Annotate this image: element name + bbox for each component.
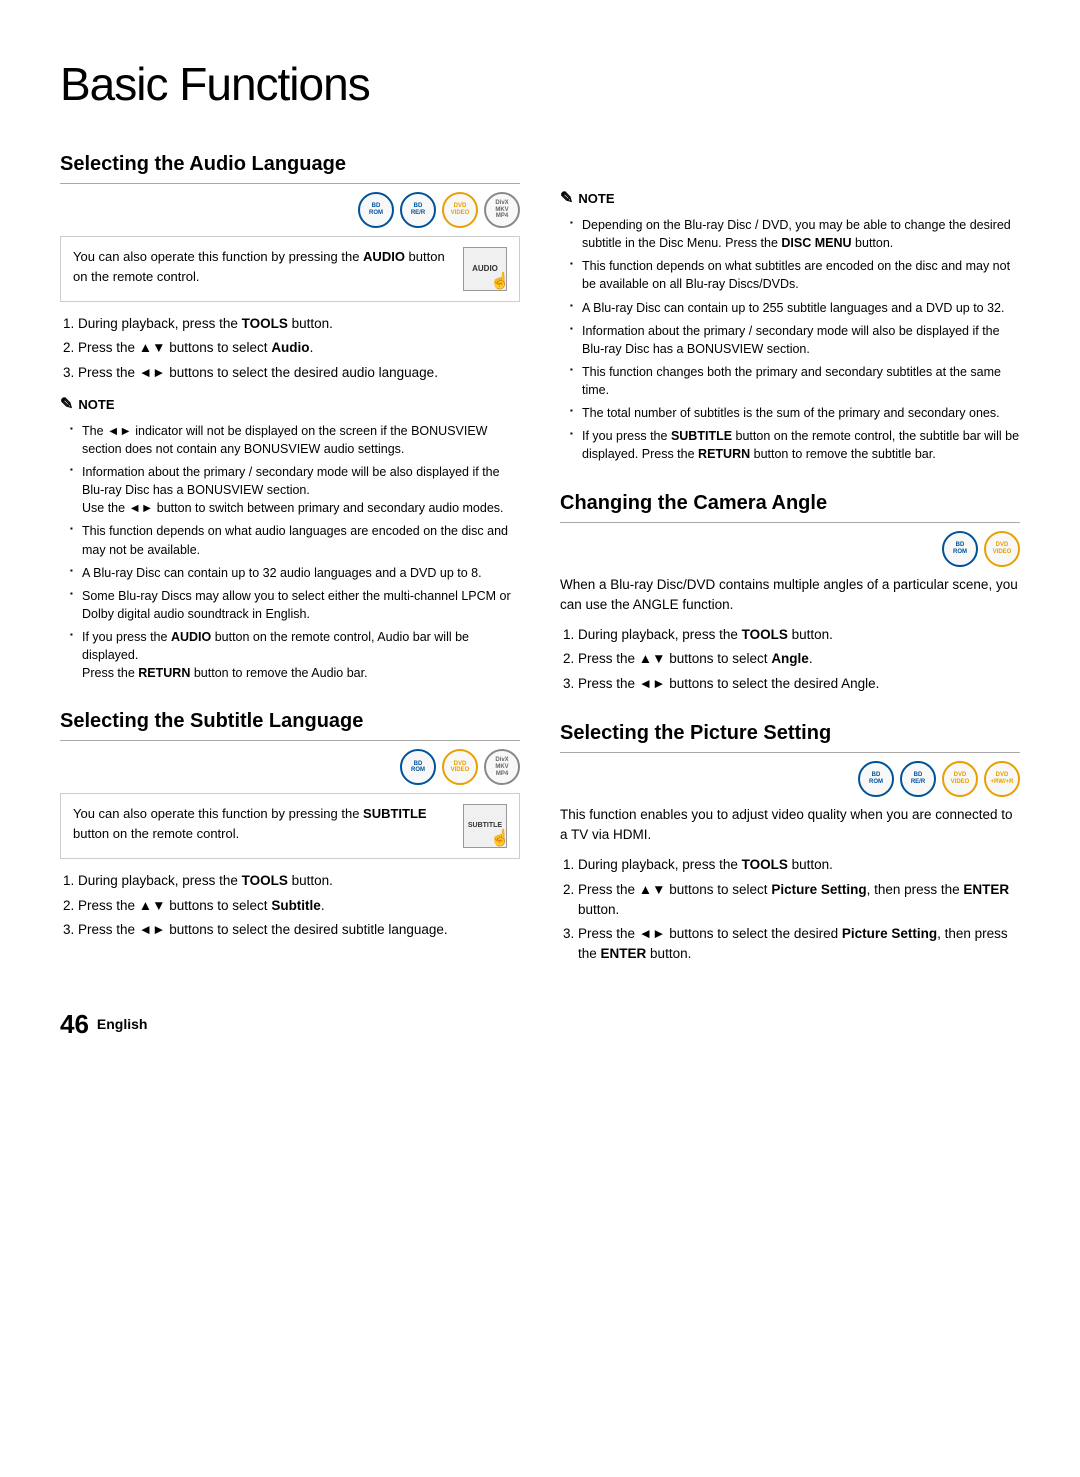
disc-icon-bdre: BDRE/R [400,192,436,228]
audio-note-list: The ◄► indicator will not be displayed o… [70,422,520,683]
page-language: English [97,1014,148,1035]
picture-setting-steps-list: During playback, press the TOOLS button.… [578,855,1020,964]
audio-disc-icons: BDROM BDRE/R DVDVIDEO DivXMKVMP4 [60,192,520,228]
sub-note-item-5: This function changes both the primary a… [570,363,1020,399]
sub-note-item-4: Information about the primary / secondar… [570,322,1020,358]
audio-note-item-2: Information about the primary / secondar… [70,463,520,517]
subtitle-info-box: You can also operate this function by pr… [60,793,520,859]
camera-disc-icons: BDROM DVDVIDEO [560,531,1020,567]
page-title: Basic Functions [60,50,1020,119]
audio-remote-button: AUDIO ☝ [463,247,507,291]
cam-disc-icon-bdrom: BDROM [942,531,978,567]
subtitle-step-2: Press the ▲▼ buttons to select Subtitle. [78,896,520,916]
camera-step-3: Press the ◄► buttons to select the desir… [578,674,1020,694]
camera-step-2: Press the ▲▼ buttons to select Angle. [578,649,1020,669]
pic-disc-icon-dvdrw: DVD+RW/+R [984,761,1020,797]
sub-note-item-2: This function depends on what subtitles … [570,257,1020,293]
hand-icon: ☝ [490,270,510,294]
audio-info-text: You can also operate this function by pr… [73,247,453,286]
sub-note-item-6: The total number of subtitles is the sum… [570,404,1020,422]
subtitle-remote-button: SUBTITLE ☝ [463,804,507,848]
camera-angle-title: Changing the Camera Angle [560,488,1020,523]
audio-note-item-4: A Blu-ray Disc can contain up to 32 audi… [70,564,520,582]
right-column: ✎ NOTE Depending on the Blu-ray Disc / D… [560,149,1020,975]
audio-step-1: During playback, press the TOOLS button. [78,314,520,334]
picture-step-3: Press the ◄► buttons to select the desir… [578,924,1020,965]
subtitle-language-title: Selecting the Subtitle Language [60,706,520,741]
picture-step-1: During playback, press the TOOLS button. [578,855,1020,875]
picture-setting-title: Selecting the Picture Setting [560,718,1020,753]
section-picture-setting: Selecting the Picture Setting BDROM BDRE… [560,718,1020,965]
cam-disc-icon-dvdvideo: DVDVIDEO [984,531,1020,567]
sub-disc-icon-divx: DivXMKVMP4 [484,749,520,785]
camera-angle-steps-list: During playback, press the TOOLS button.… [578,625,1020,694]
audio-step-3: Press the ◄► buttons to select the desir… [78,363,520,383]
audio-step-2: Press the ▲▼ buttons to select Audio. [78,338,520,358]
picture-step-2: Press the ▲▼ buttons to select Picture S… [578,880,1020,921]
audio-note-title: ✎ NOTE [60,393,520,417]
picture-disc-icons: BDROM BDRE/R DVDVIDEO DVD+RW/+R [560,761,1020,797]
subtitle-info-text: You can also operate this function by pr… [73,804,453,843]
disc-icon-dvdvideo: DVDVIDEO [442,192,478,228]
sub-disc-icon-dvdvideo: DVDVIDEO [442,749,478,785]
sub-note-item-1: Depending on the Blu-ray Disc / DVD, you… [570,216,1020,252]
disc-icon-bdrom: BDROM [358,192,394,228]
camera-step-1: During playback, press the TOOLS button. [578,625,1020,645]
page-number: 46 [60,1005,89,1044]
subtitle-note: ✎ NOTE Depending on the Blu-ray Disc / D… [560,187,1020,464]
audio-note: ✎ NOTE The ◄► indicator will not be disp… [60,393,520,683]
audio-note-item-6: If you press the AUDIO button on the rem… [70,628,520,682]
note-label-sub: NOTE [578,189,614,209]
note-icon-sub: ✎ [560,187,573,211]
subtitle-disc-icons: BDROM DVDVIDEO DivXMKVMP4 [60,749,520,785]
audio-steps-list: During playback, press the TOOLS button.… [78,314,520,383]
sub-disc-icon-bdrom: BDROM [400,749,436,785]
sub-note-item-7: If you press the SUBTITLE button on the … [570,427,1020,463]
pic-disc-icon-bdrom: BDROM [858,761,894,797]
audio-note-item-5: Some Blu-ray Discs may allow you to sele… [70,587,520,623]
disc-icon-divx: DivXMKVMP4 [484,192,520,228]
pic-disc-icon-dvdvideo: DVDVIDEO [942,761,978,797]
section-camera-angle: Changing the Camera Angle BDROM DVDVIDEO… [560,488,1020,694]
pic-disc-icon-bdre: BDRE/R [900,761,936,797]
audio-info-box: You can also operate this function by pr… [60,236,520,302]
subtitle-step-3: Press the ◄► buttons to select the desir… [78,920,520,940]
subtitle-note-title: ✎ NOTE [560,187,1020,211]
note-icon: ✎ [60,393,73,417]
note-label: NOTE [78,395,114,415]
audio-note-item-1: The ◄► indicator will not be displayed o… [70,422,520,458]
left-column: Selecting the Audio Language BDROM BDRE/… [60,149,520,975]
subtitle-note-list: Depending on the Blu-ray Disc / DVD, you… [570,216,1020,464]
sub-note-item-3: A Blu-ray Disc can contain up to 255 sub… [570,299,1020,317]
audio-note-item-3: This function depends on what audio lang… [70,522,520,558]
section-audio-language: Selecting the Audio Language BDROM BDRE/… [60,149,520,682]
page-footer: 46 English [60,1005,1020,1044]
section-subtitle-language: Selecting the Subtitle Language BDROM DV… [60,706,520,940]
hand-icon-sub: ☝ [490,827,510,851]
picture-setting-intro: This function enables you to adjust vide… [560,805,1020,846]
subtitle-steps-list: During playback, press the TOOLS button.… [78,871,520,940]
audio-language-title: Selecting the Audio Language [60,149,520,184]
subtitle-step-1: During playback, press the TOOLS button. [78,871,520,891]
camera-angle-intro: When a Blu-ray Disc/DVD contains multipl… [560,575,1020,616]
